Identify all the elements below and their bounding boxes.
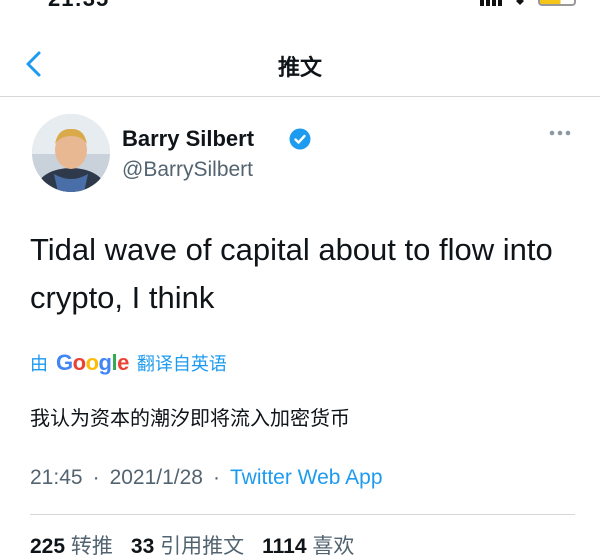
- meta-separator: ·: [213, 466, 220, 489]
- author-name[interactable]: Barry Silbert: [122, 126, 254, 152]
- tweet-text: Tidal wave of capital about to flow into…: [30, 232, 553, 315]
- author-handle[interactable]: @BarrySilbert: [122, 158, 253, 182]
- signal-icon: [480, 0, 502, 6]
- likes-stat[interactable]: 1114 喜欢: [262, 530, 354, 560]
- quote-tweets-stat[interactable]: 33 引用推文: [131, 530, 244, 560]
- status-time: 21:35: [48, 0, 109, 12]
- battery-icon: [538, 0, 576, 6]
- status-bar: 21:35: [0, 0, 600, 12]
- tweet-header: Barry Silbert @BarrySilbert: [32, 114, 572, 198]
- tweet-meta: 21:45 · 2021/1/28 · Twitter Web App: [30, 466, 383, 490]
- divider: [30, 514, 575, 515]
- avatar[interactable]: [32, 114, 110, 192]
- page-title: 推文: [277, 55, 322, 80]
- wifi-icon: [516, 0, 524, 5]
- nav-bar: 推文: [0, 28, 600, 97]
- verified-badge-icon: [289, 128, 311, 150]
- translation-credit[interactable]: 由 Google 翻译自英语: [30, 350, 227, 376]
- tweet-time: 21:45: [30, 466, 83, 489]
- google-logo: Google: [56, 350, 129, 375]
- status-icons: [480, 0, 576, 6]
- retweets-stat[interactable]: 225 转推: [30, 530, 113, 560]
- tweet-stats: 225 转推 33 引用推文 1114 喜欢: [30, 530, 354, 560]
- tweet-date: 2021/1/28: [109, 466, 203, 489]
- translated-text: 我认为资本的潮汐即将流入加密货币: [30, 408, 350, 430]
- translate-prefix: 由: [30, 354, 48, 374]
- translate-suffix: 翻译自英语: [136, 354, 227, 374]
- more-horizontal-icon[interactable]: [548, 128, 572, 138]
- tweet-source[interactable]: Twitter Web App: [230, 466, 383, 490]
- meta-separator: ·: [92, 466, 100, 489]
